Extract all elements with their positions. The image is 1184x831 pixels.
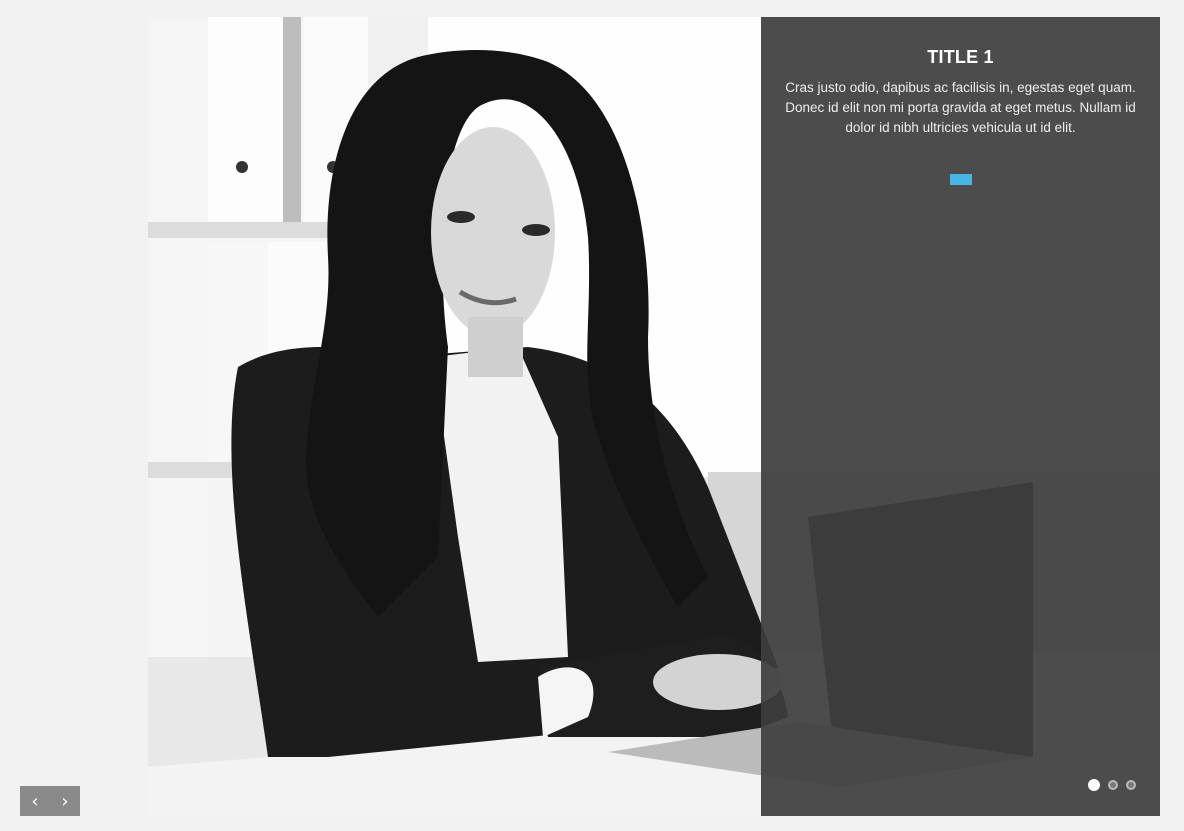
slide-description: Cras justo odio, dapibus ac facilisis in…: [785, 80, 1136, 135]
pagination-dot-2[interactable]: [1108, 780, 1118, 790]
pagination-dot-3[interactable]: [1126, 780, 1136, 790]
slide-title: TITLE 1: [927, 47, 994, 67]
prev-button[interactable]: ‹: [20, 786, 50, 816]
caption-panel: TITLE 1 Cras justo odio, dapibus ac faci…: [761, 17, 1160, 816]
next-button[interactable]: ›: [50, 786, 80, 816]
image-slider: TITLE 1 Cras justo odio, dapibus ac faci…: [148, 17, 1160, 816]
pagination-dots: [1088, 779, 1136, 791]
pagination-dot-1[interactable]: [1088, 779, 1100, 791]
chevron-left-icon: ‹: [31, 790, 39, 812]
caption-accent-bar: [950, 174, 972, 185]
slider-navigation: ‹ ›: [20, 786, 80, 816]
chevron-right-icon: ›: [61, 790, 69, 812]
